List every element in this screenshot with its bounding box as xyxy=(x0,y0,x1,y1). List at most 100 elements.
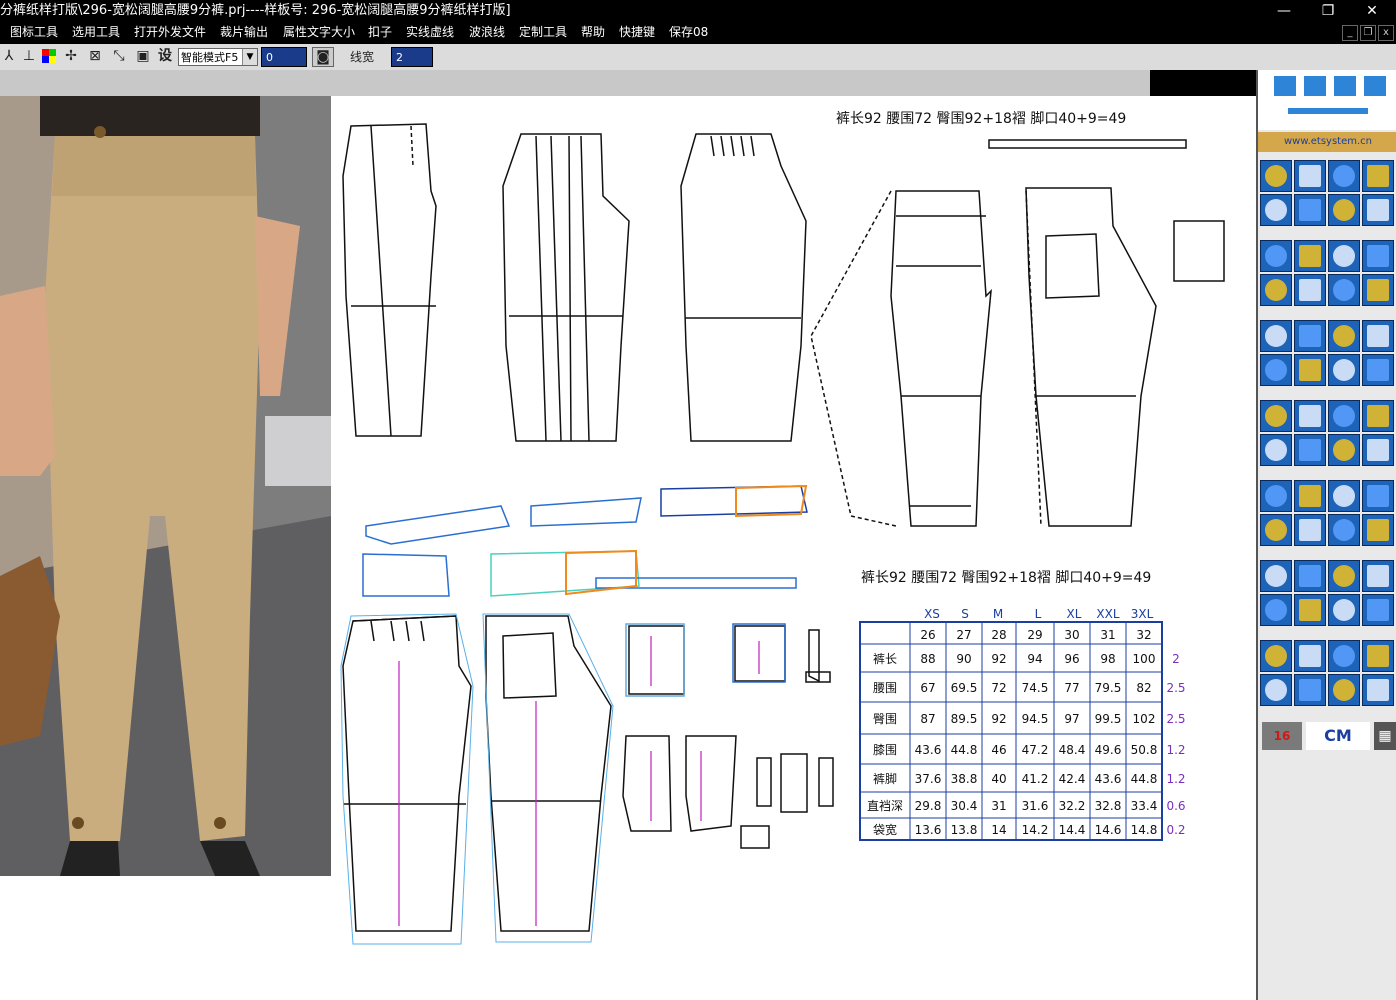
crown-icon[interactable] xyxy=(1328,240,1360,272)
menu-icon-tools[interactable]: 图标工具 xyxy=(10,22,58,42)
bracket-icon[interactable] xyxy=(1362,240,1394,272)
bag-icon[interactable] xyxy=(1260,674,1292,706)
menu-shortcuts[interactable]: 快捷键 xyxy=(619,22,655,42)
shirt-icon[interactable] xyxy=(1328,274,1360,306)
cup-icon[interactable] xyxy=(1294,560,1326,592)
hanger-icon[interactable] xyxy=(1362,274,1394,306)
tag-icon[interactable] xyxy=(1260,640,1292,672)
menu-line-style[interactable]: 实线虚线 xyxy=(406,22,454,42)
minimize-button[interactable]: — xyxy=(1264,0,1304,22)
bow-icon[interactable] xyxy=(1328,194,1360,226)
mode-select[interactable]: 智能模式F5 ▼ xyxy=(178,48,258,66)
export-icon[interactable] xyxy=(1260,480,1292,512)
ruler-tool-icon[interactable] xyxy=(1274,76,1296,96)
curve-tool-icon[interactable]: ⊠ xyxy=(86,47,104,65)
split-icon[interactable] xyxy=(1294,594,1326,626)
menu-custom-tools[interactable]: 定制工具 xyxy=(519,22,567,42)
pleat-icon[interactable] xyxy=(1260,400,1292,432)
add-icon-glyph xyxy=(1367,565,1389,587)
menu-text-size[interactable]: 属性文字大小 xyxy=(283,22,355,42)
close-button[interactable]: ✕ xyxy=(1352,0,1392,22)
color-grid-icon[interactable] xyxy=(40,47,58,65)
menu-save[interactable]: 保存08 xyxy=(669,22,708,42)
menu-button[interactable]: 扣子 xyxy=(368,22,392,42)
table-icon[interactable] xyxy=(1294,674,1326,706)
menu-wavy-line[interactable]: 波浪线 xyxy=(469,22,505,42)
fold-icon[interactable] xyxy=(1294,400,1326,432)
hill-icon[interactable] xyxy=(1362,400,1394,432)
pencil-icon[interactable] xyxy=(1260,240,1292,272)
quarter-icon[interactable] xyxy=(1328,560,1360,592)
value-input[interactable]: 0 xyxy=(261,47,307,67)
mdi-close-button[interactable]: x xyxy=(1378,25,1394,41)
dotted-line-icon[interactable] xyxy=(1294,160,1326,192)
menu-help[interactable]: 帮助 xyxy=(581,22,605,42)
sewing-machine-icon[interactable] xyxy=(1260,320,1292,352)
menu-piece-output[interactable]: 裁片输出 xyxy=(220,22,268,42)
corner-icon[interactable] xyxy=(1260,514,1292,546)
scissors-icon[interactable] xyxy=(1294,194,1326,226)
website-url: www.etsystem.cn xyxy=(1258,132,1396,152)
mdi-restore-button[interactable]: ❐ xyxy=(1360,25,1376,41)
cross-icon[interactable] xyxy=(1294,274,1326,306)
thread-icon[interactable] xyxy=(1260,160,1292,192)
calculator-icon[interactable]: ▦ xyxy=(1374,722,1396,750)
bottle-icon-glyph xyxy=(1299,325,1321,347)
restore-button[interactable]: ❐ xyxy=(1308,0,1348,22)
arch-icon[interactable] xyxy=(1362,194,1394,226)
menu-open-file[interactable]: 打开外发文件 xyxy=(134,22,206,42)
rotate-icon[interactable] xyxy=(1260,560,1292,592)
arrow-diag-icon[interactable] xyxy=(1294,434,1326,466)
measure-icon[interactable]: ⅄ xyxy=(0,47,18,65)
mdi-minimize-button[interactable]: _ xyxy=(1342,25,1358,41)
add-icon[interactable] xyxy=(1362,560,1394,592)
cone-icon[interactable] xyxy=(1260,434,1292,466)
flip-icon[interactable] xyxy=(1362,354,1394,386)
menu-select-tools[interactable]: 选用工具 xyxy=(72,22,120,42)
unit-toggle[interactable]: CM xyxy=(1306,722,1370,750)
badge-16[interactable]: 16 xyxy=(1262,722,1302,750)
leaf-icon[interactable] xyxy=(1328,434,1360,466)
drop-icon[interactable] xyxy=(1362,320,1394,352)
pattern-drawing[interactable]: 裤长92 腰围72 臀围92+18褶 脚口40+9=49 裤长92 腰围72 臀… xyxy=(331,96,1256,1000)
diagonal-tool-icon[interactable]: ⤡ xyxy=(110,47,128,65)
sprout-icon-glyph xyxy=(1367,439,1389,461)
wave-icon[interactable] xyxy=(1362,160,1394,192)
save-icon[interactable] xyxy=(1294,480,1326,512)
text-et-icon[interactable] xyxy=(1328,480,1360,512)
mirror-icon[interactable] xyxy=(1328,354,1360,386)
bottle-icon[interactable] xyxy=(1294,320,1326,352)
link-icon[interactable] xyxy=(1362,674,1394,706)
curve-ruler-icon[interactable] xyxy=(1304,76,1326,96)
cut-icon[interactable] xyxy=(1260,594,1292,626)
oval-icon[interactable] xyxy=(1362,640,1394,672)
shape-icon[interactable] xyxy=(1328,594,1360,626)
frame-tool-icon[interactable]: ▣ xyxy=(134,47,152,65)
printer-icon[interactable] xyxy=(1364,76,1386,96)
sprout-icon[interactable] xyxy=(1362,434,1394,466)
abc-icon[interactable] xyxy=(1362,594,1394,626)
mountain-icon[interactable] xyxy=(1294,514,1326,546)
stamp-icon[interactable] xyxy=(1260,274,1292,306)
angle-icon[interactable] xyxy=(1328,674,1360,706)
door-icon[interactable] xyxy=(1328,514,1360,546)
bucket-icon[interactable] xyxy=(1260,354,1292,386)
wing-icon[interactable] xyxy=(1328,400,1360,432)
measure-curve-icon[interactable] xyxy=(1328,640,1360,672)
close-x-icon[interactable] xyxy=(1362,480,1394,512)
spiral-icon[interactable] xyxy=(1328,320,1360,352)
arrows-icon[interactable] xyxy=(1294,240,1326,272)
gear-tool-icon[interactable] xyxy=(1334,76,1356,96)
lock-icon[interactable]: ◙ xyxy=(312,47,334,67)
crosshair-icon[interactable]: ✢ xyxy=(62,47,80,65)
gloves-icon[interactable] xyxy=(1294,354,1326,386)
align-icon[interactable]: ⊥ xyxy=(20,47,38,65)
settings-label[interactable]: 设 xyxy=(156,47,174,65)
chevron-down-icon[interactable]: ▼ xyxy=(242,49,257,65)
hook-icon[interactable] xyxy=(1362,514,1394,546)
line-width-label: 线宽 xyxy=(350,50,375,64)
line-width-input[interactable]: 2 xyxy=(391,47,433,67)
curve-icon[interactable] xyxy=(1260,194,1292,226)
triangle-icon[interactable] xyxy=(1294,640,1326,672)
bone-icon[interactable] xyxy=(1328,160,1360,192)
